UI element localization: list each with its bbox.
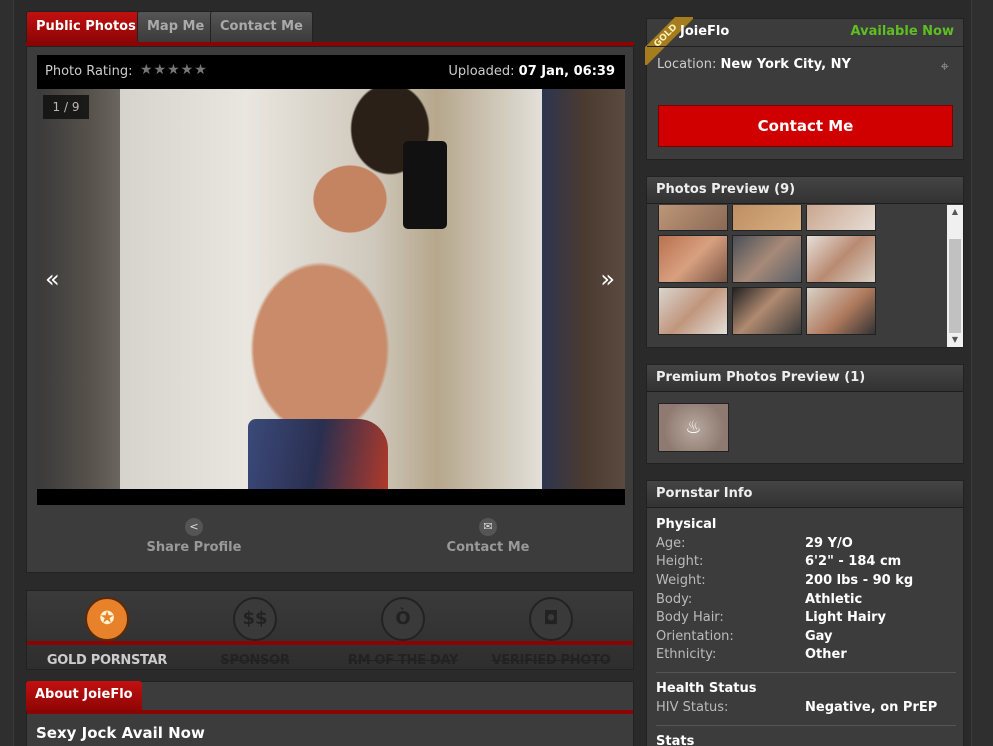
- photo-header: Photo Rating: ★★★★★ Uploaded: 07 Jan, 06…: [37, 55, 625, 89]
- tab-public-photos[interactable]: Public Photos: [26, 11, 146, 42]
- viewer-bottom-bar: [37, 489, 625, 505]
- camera-icon: ◘: [529, 597, 573, 641]
- location-value: New York City, NY: [720, 57, 851, 72]
- page-edge-right: [971, 0, 993, 746]
- info-label: Age:: [656, 536, 686, 551]
- photo-rating-label: Photo Rating:: [45, 64, 133, 79]
- about-section: About JoieFlo Sexy Jock Avail Now: [26, 681, 634, 746]
- info-value: Gay: [805, 629, 833, 644]
- previous-arrow-icon[interactable]: «: [45, 265, 60, 293]
- info-value: Athletic: [805, 592, 863, 607]
- photo-thumbnails: [658, 205, 948, 347]
- award-verified-photo[interactable]: ◘ VERIFIED PHOTO: [481, 597, 621, 668]
- photo-counter: 1 / 9: [43, 95, 89, 119]
- contact-me-action[interactable]: ✉ Contact Me: [418, 515, 558, 555]
- awards-divider: [27, 641, 633, 645]
- award-sponsor[interactable]: $$ SPONSOR: [185, 597, 325, 668]
- scroll-up-icon[interactable]: ▲: [947, 205, 963, 219]
- info-value: 200 lbs - 90 kg: [805, 573, 914, 588]
- info-value: 29 Y/O: [805, 536, 853, 551]
- availability-status: Available Now: [850, 24, 954, 39]
- tab-map-me[interactable]: Map Me: [137, 11, 215, 42]
- contact-me-button[interactable]: Contact Me: [658, 105, 953, 147]
- photo-viewer[interactable]: 1 / 9 « »: [37, 89, 625, 489]
- photo-thumbnail[interactable]: [732, 205, 802, 231]
- award-label: RM OF THE DAY: [347, 653, 459, 668]
- location-label: Location:: [657, 57, 717, 72]
- photo-thumbnail[interactable]: [732, 235, 802, 283]
- envelope-icon: ✉: [479, 518, 497, 536]
- contact-me-action-label: Contact Me: [446, 540, 530, 555]
- photo-thumbnail[interactable]: [806, 205, 876, 231]
- award-gold-pornstar[interactable]: ✪ GOLD PORNSTAR: [37, 597, 177, 668]
- uploaded-date: Uploaded: 07 Jan, 06:39: [448, 64, 615, 79]
- share-profile-button[interactable]: < Share Profile: [124, 515, 264, 555]
- info-label: HIV Status:: [656, 700, 729, 715]
- photo-thumbnail[interactable]: [806, 287, 876, 335]
- photo-thumbnail[interactable]: [658, 287, 728, 335]
- award-label: GOLD PORNSTAR: [46, 653, 168, 668]
- page-edge-left: [0, 0, 14, 746]
- stats-title: Stats: [656, 734, 695, 746]
- premium-preview-title: Premium Photos Preview (1): [647, 365, 963, 392]
- award-label: SPONSOR: [220, 653, 290, 668]
- profile-card: GOLD JoieFlo Available Now Location: New…: [645, 17, 964, 160]
- premium-photo-thumbnail[interactable]: ♨: [658, 403, 729, 452]
- tab-about[interactable]: About JoieFlo: [26, 681, 142, 711]
- profile-divider: [647, 46, 963, 47]
- uploaded-label: Uploaded:: [448, 64, 515, 79]
- pornstar-info: Pornstar Info Physical Age: 29 Y/O Heigh…: [646, 480, 964, 746]
- info-label: Ethnicity:: [656, 647, 717, 662]
- health-title: Health Status: [656, 681, 757, 696]
- info-value: 6'2" - 184 cm: [805, 554, 902, 569]
- location: Location: New York City, NY: [657, 57, 851, 72]
- about-headline: Sexy Jock Avail Now: [36, 724, 205, 742]
- dollar-icon: $$: [233, 597, 277, 641]
- info-label: Body:: [656, 592, 693, 607]
- share-profile-label: Share Profile: [146, 540, 242, 555]
- info-label: Weight:: [656, 573, 706, 588]
- flame-icon: ♨: [685, 417, 702, 438]
- photo-phone-shape: [403, 141, 447, 229]
- photo-thumbnail[interactable]: [732, 287, 802, 335]
- info-value: Light Hairy: [805, 610, 887, 625]
- share-icon: <: [185, 518, 203, 536]
- tab-contact-me[interactable]: Contact Me: [210, 11, 313, 42]
- info-value: Other: [805, 647, 847, 662]
- photo-thumbnail[interactable]: [658, 235, 728, 283]
- about-underline: [27, 710, 633, 714]
- info-label: Height:: [656, 554, 704, 569]
- award-rm-of-the-day[interactable]: Ò RM OF THE DAY: [333, 597, 473, 668]
- medal-icon: ✪: [85, 597, 129, 641]
- info-label: Orientation:: [656, 629, 734, 644]
- award-label: VERIFIED PHOTO: [491, 653, 611, 668]
- uploaded-value: 07 Jan, 06:39: [518, 64, 615, 79]
- username: JoieFlo: [680, 24, 730, 39]
- photo-thumbnail[interactable]: [806, 235, 876, 283]
- photos-preview: Photos Preview (9) ▲ ▼: [646, 176, 964, 348]
- info-value: Negative, on PrEP: [805, 700, 938, 715]
- profile-tabs: Public Photos Map Me Contact Me: [26, 10, 634, 46]
- next-arrow-icon[interactable]: »: [600, 265, 615, 293]
- physical-title: Physical: [656, 517, 717, 532]
- rating-stars[interactable]: ★★★★★: [140, 62, 208, 78]
- photos-preview-title: Photos Preview (9): [647, 177, 963, 204]
- pornstar-info-title: Pornstar Info: [647, 481, 963, 508]
- thumbnails-scrollbar[interactable]: ▲ ▼: [947, 205, 963, 347]
- scrollbar-handle[interactable]: [949, 239, 961, 333]
- info-divider: [656, 672, 956, 673]
- photo-thumbnail[interactable]: [658, 205, 728, 231]
- photo-panel: Photo Rating: ★★★★★ Uploaded: 07 Jan, 06…: [26, 46, 634, 573]
- devil-icon: Ò: [381, 597, 425, 641]
- main-photo[interactable]: [120, 89, 542, 489]
- photo-shorts-shape: [248, 419, 388, 489]
- info-label: Body Hair:: [656, 610, 724, 625]
- info-divider: [656, 725, 956, 726]
- scroll-down-icon[interactable]: ▼: [947, 333, 963, 347]
- awards-bar: ✪ GOLD PORNSTAR $$ SPONSOR Ò RM OF THE D…: [26, 590, 634, 670]
- premium-photos-preview: Premium Photos Preview (1) ♨: [646, 364, 964, 464]
- map-pin-icon[interactable]: ⌖: [941, 57, 949, 75]
